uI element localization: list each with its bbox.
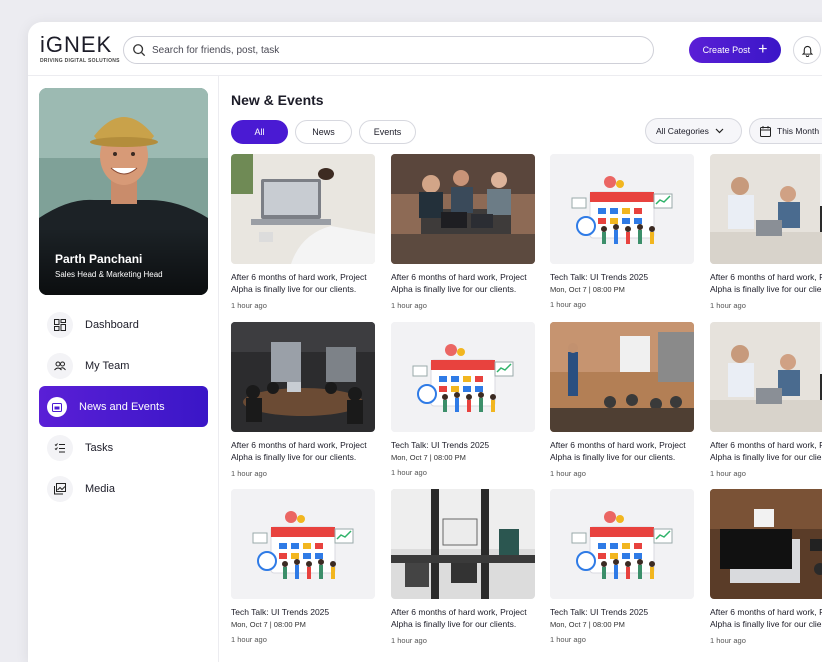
news-card-image[interactable]: [550, 154, 694, 264]
bell-icon: [801, 45, 813, 57]
media-icon: [47, 475, 73, 502]
sidebar-item-label: Tasks: [85, 441, 114, 454]
category-filter-dropdown[interactable]: All Categories: [645, 118, 742, 144]
news-card-time: 1 hour ago: [550, 634, 586, 644]
news-card[interactable]: Tech Talk: UI Trends 2025 Mon, Oct 7 | 08…: [550, 489, 694, 644]
news-card-title[interactable]: Tech Talk: UI Trends 2025: [231, 607, 375, 619]
tab-news[interactable]: News: [295, 120, 352, 144]
news-card-time: 1 hour ago: [710, 301, 746, 310]
news-card-title[interactable]: After 6 months of hard work, Project Alp…: [550, 440, 694, 463]
news-card[interactable]: After 6 months of hard work, Project Alp…: [391, 489, 535, 645]
news-card-image[interactable]: [231, 154, 375, 264]
news-card-time: 1 hour ago: [550, 469, 586, 478]
news-card-image[interactable]: [391, 322, 535, 432]
news-card-title[interactable]: Tech Talk: UI Trends 2025: [550, 272, 694, 284]
search-icon: [133, 44, 146, 57]
news-card[interactable]: After 6 months of hard work, Project Alp…: [231, 322, 375, 478]
sidebar-item-label: News and Events: [79, 400, 165, 413]
news-card-image[interactable]: [391, 154, 535, 264]
tab-events[interactable]: Events: [359, 120, 416, 144]
news-card-image[interactable]: [550, 489, 694, 599]
news-card-title[interactable]: After 6 months of hard work, Project Alp…: [710, 440, 822, 463]
news-card-title[interactable]: After 6 months of hard work, Project Alp…: [231, 440, 375, 463]
sidebar-item-label: Media: [85, 482, 115, 495]
news-card-date: Mon, Oct 7 | 08:00 PM: [550, 284, 625, 294]
date-filter-label: This Month: [777, 126, 820, 136]
news-card-title[interactable]: Tech Talk: UI Trends 2025: [550, 607, 694, 619]
notifications-button[interactable]: [793, 36, 821, 64]
tab-all[interactable]: All: [231, 120, 288, 144]
news-card-image[interactable]: [710, 154, 822, 264]
top-header: iGNEK DRIVING DIGITAL SOLUTIONS Create P…: [28, 22, 822, 76]
news-card-time: 1 hour ago: [710, 636, 746, 645]
news-card[interactable]: Tech Talk: UI Trends 2025 Mon, Oct 7 | 08…: [231, 489, 375, 644]
news-card-image[interactable]: [391, 489, 535, 599]
plus-icon: +: [758, 41, 768, 58]
news-card-image[interactable]: [710, 489, 822, 599]
main-content: New & Events All News Events All Categor…: [219, 76, 822, 662]
news-card-title[interactable]: After 6 months of hard work, Project Alp…: [391, 607, 535, 630]
news-card-time: 1 hour ago: [391, 301, 427, 310]
create-post-button[interactable]: Create Post +: [689, 37, 781, 63]
app-window: iGNEK DRIVING DIGITAL SOLUTIONS Create P…: [28, 22, 822, 662]
calendar-icon: [47, 396, 67, 417]
sidebar-item-media[interactable]: Media: [39, 468, 208, 509]
date-filter-dropdown[interactable]: This Month: [749, 118, 822, 144]
news-card-image[interactable]: [231, 322, 375, 432]
news-card-image[interactable]: [231, 489, 375, 599]
profile-card[interactable]: Parth Panchani Sales Head & Marketing He…: [39, 88, 208, 295]
brand-logo[interactable]: iGNEK DRIVING DIGITAL SOLUTIONS: [40, 32, 120, 65]
news-card-time: 1 hour ago: [231, 469, 267, 478]
news-card[interactable]: After 6 months of hard work, Project Alp…: [710, 154, 822, 310]
news-card-title[interactable]: After 6 months of hard work, Project Alp…: [391, 272, 535, 295]
sidebar-item-tasks[interactable]: Tasks: [39, 427, 208, 468]
news-card[interactable]: After 6 months of hard work, Project Alp…: [391, 154, 535, 310]
calendar-icon: [760, 125, 771, 137]
profile-name: Parth Panchani: [55, 252, 143, 266]
news-card[interactable]: After 6 months of hard work, Project Alp…: [710, 489, 822, 645]
news-card[interactable]: After 6 months of hard work, Project Alp…: [231, 154, 375, 310]
sidebar-item-label: My Team: [85, 359, 130, 372]
news-card-date: Mon, Oct 7 | 08:00 PM: [231, 619, 306, 629]
news-card-time: 1 hour ago: [550, 299, 586, 309]
team-icon: [47, 352, 73, 379]
sidebar: Parth Panchani Sales Head & Marketing He…: [28, 76, 219, 662]
brand-name: iGNEK: [40, 32, 113, 57]
page-title: New & Events: [231, 92, 324, 108]
news-card-time: 1 hour ago: [391, 467, 427, 477]
news-card-image[interactable]: [710, 322, 822, 432]
grid-icon: [47, 311, 73, 338]
news-card-time: 1 hour ago: [710, 469, 746, 478]
sidebar-item-my-team[interactable]: My Team: [39, 345, 208, 386]
news-card[interactable]: Tech Talk: UI Trends 2025 Mon, Oct 7 | 08…: [550, 154, 694, 309]
sidebar-item-dashboard[interactable]: Dashboard: [39, 304, 208, 345]
news-card-title[interactable]: Tech Talk: UI Trends 2025: [391, 440, 535, 452]
news-card[interactable]: Tech Talk: UI Trends 2025 Mon, Oct 7 | 08…: [391, 322, 535, 477]
brand-tagline: DRIVING DIGITAL SOLUTIONS: [40, 58, 120, 64]
search-input[interactable]: [152, 44, 632, 56]
create-post-label: Create Post: [702, 45, 751, 55]
news-card-time: 1 hour ago: [231, 301, 267, 310]
news-card-date: Mon, Oct 7 | 08:00 PM: [550, 619, 625, 629]
news-card-title[interactable]: After 6 months of hard work, Project Alp…: [710, 272, 822, 295]
sidebar-nav: Dashboard My Team News and Events Tasks …: [39, 304, 208, 509]
category-filter-label: All Categories: [656, 126, 709, 136]
profile-role: Sales Head & Marketing Head: [55, 270, 163, 279]
checklist-icon: [47, 434, 73, 461]
chevron-down-icon: [715, 128, 724, 134]
news-card-title[interactable]: After 6 months of hard work, Project Alp…: [710, 607, 822, 630]
news-card-image[interactable]: [550, 322, 694, 432]
sidebar-item-label: Dashboard: [85, 318, 139, 331]
news-card-time: 1 hour ago: [231, 634, 267, 644]
news-card-title[interactable]: After 6 months of hard work, Project Alp…: [231, 272, 375, 295]
news-card-time: 1 hour ago: [391, 636, 427, 645]
news-card-date: Mon, Oct 7 | 08:00 PM: [391, 452, 466, 462]
sidebar-item-news-and-events[interactable]: News and Events: [39, 386, 208, 427]
news-card[interactable]: After 6 months of hard work, Project Alp…: [550, 322, 694, 478]
search-bar[interactable]: [123, 36, 654, 64]
news-card[interactable]: After 6 months of hard work, Project Alp…: [710, 322, 822, 478]
